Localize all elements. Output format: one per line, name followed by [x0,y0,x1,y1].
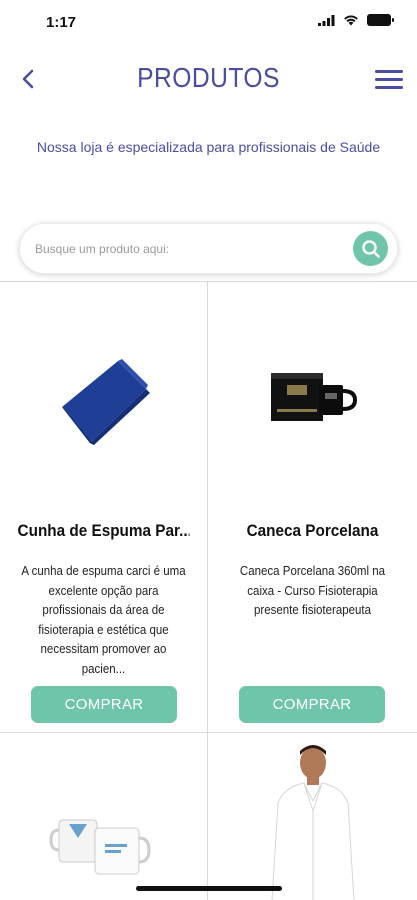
product-grid: Cunha de Espuma Par... A cunha de espuma… [0,281,417,900]
buy-button[interactable]: COMPRAR [31,686,177,723]
menu-icon [375,69,403,73]
search-button[interactable] [353,231,388,266]
page-title: PRODUTOS [137,62,280,93]
menu-button[interactable] [375,65,403,93]
product-image [208,322,417,472]
product-description: A cunha de espuma carci é uma excelente … [21,564,186,676]
wifi-icon [344,15,358,26]
product-card[interactable] [208,733,417,900]
lab-coat-image [271,745,354,900]
product-card[interactable]: Caneca Porcelana Caneca Porcelana 360ml … [208,282,417,733]
menu-icon-line [375,77,403,81]
status-bar: 1:17 [0,0,417,44]
product-image [0,322,207,472]
buy-button[interactable]: COMPRAR [239,686,385,723]
search-icon [361,239,380,258]
battery-icon [367,14,394,26]
mug-with-box-image [270,373,357,421]
menu-icon-line [375,85,403,89]
product-card[interactable] [0,733,208,900]
product-image [0,805,207,885]
product-image [208,741,417,900]
product-card[interactable]: Cunha de Espuma Par... A cunha de espuma… [0,282,208,733]
product-name: Cunha de Espuma Par... [17,521,190,540]
home-indicator[interactable] [136,886,282,891]
search-input[interactable] [35,224,335,273]
status-icons [318,14,394,26]
white-mugs-image [48,819,151,875]
foam-wedge-image [61,359,150,445]
product-description: Caneca Porcelana 360ml na caixa - Curso … [239,564,386,617]
status-time: 1:17 [46,14,77,31]
signal-icon [318,14,335,26]
header: PRODUTOS [0,55,417,105]
search-bar [19,223,398,274]
store-subtitle: Nossa loja é especializada para profissi… [36,139,381,155]
product-name: Caneca Porcelana [246,521,379,540]
